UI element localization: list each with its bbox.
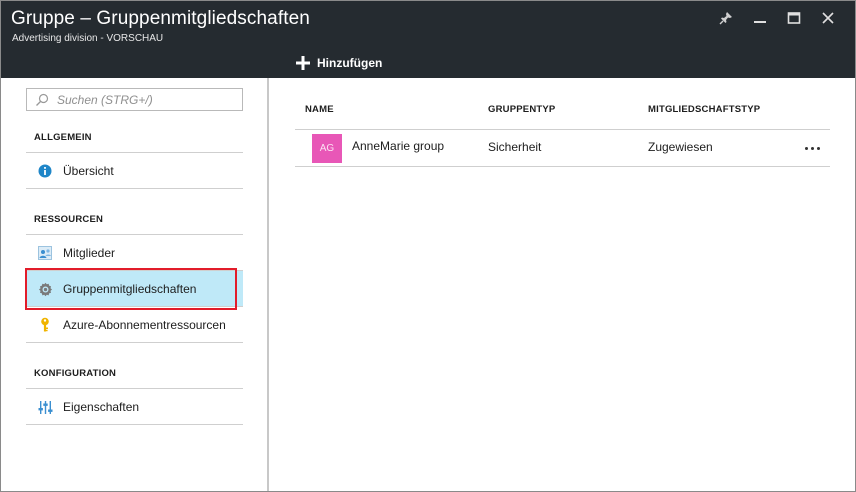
section-title-ressourcen: RESSOURCEN [34,214,104,225]
menu-item-eigenschaften[interactable]: Eigenschaften [26,389,243,425]
divider [26,188,243,189]
search-icon [36,93,49,106]
close-button[interactable] [811,7,845,29]
add-button[interactable]: Hinzufügen [295,55,382,71]
table-row[interactable]: AG AnneMarie group Sicherheit Zugewiesen [295,130,830,166]
divider [295,166,830,167]
content-pane: NAME GRUPPENTYP MITGLIEDSCHAFTSTYP AG An… [271,78,855,491]
cell-membership-type: Zugewiesen [648,140,713,154]
minimize-button[interactable] [743,7,777,29]
column-header-mitgliedschaftstyp[interactable]: MITGLIEDSCHAFTSTYP [648,104,760,115]
ellipsis-icon [804,146,808,150]
cell-group-type: Sicherheit [488,140,542,154]
window-controls [709,7,845,29]
page-title: Gruppe – Gruppenmitgliedschaften [11,8,310,29]
info-icon [37,163,53,179]
key-icon [37,317,53,333]
menu-item-uebersicht[interactable]: Übersicht [26,153,243,189]
menu-item-label: Übersicht [63,164,114,178]
maximize-button[interactable] [777,7,811,29]
menu-item-label: Mitglieder [63,246,116,260]
pin-button[interactable] [709,7,743,29]
section-title-konfiguration: KONFIGURATION [34,368,117,379]
divider [26,424,243,425]
blade-header: Gruppe – Gruppenmitgliedschaften Adverti… [1,1,855,78]
menu-item-gruppenmitgliedschaften[interactable]: Gruppenmitgliedschaften [26,271,243,307]
sliders-icon [37,399,53,415]
column-header-gruppentyp[interactable]: GRUPPENTYP [488,104,555,115]
menu-item-label: Gruppenmitgliedschaften [63,282,197,296]
close-icon [822,12,834,24]
members-icon [37,245,53,261]
cell-name: AnneMarie group [352,139,445,153]
divider [26,342,243,343]
pin-icon [719,12,732,25]
group-avatar: AG [312,134,342,163]
menu-item-azure-abonnementressourcen[interactable]: Azure-Abonnementressourcen [26,307,243,343]
menu-item-mitglieder[interactable]: Mitglieder [26,235,243,271]
page-subtitle: Advertising division - VORSCHAU [12,33,164,44]
section-title-allgemein: ALLGEMEIN [34,132,92,143]
column-header-name[interactable]: NAME [305,104,334,115]
menu-item-label: Eigenschaften [63,400,140,414]
search-input[interactable] [57,92,237,107]
maximize-icon [787,12,801,24]
blade-window: Gruppe – Gruppenmitgliedschaften Adverti… [0,0,856,492]
resource-menu: ALLGEMEIN Übersicht RESSOURCEN Mitgliede… [1,78,269,491]
add-button-label: Hinzufügen [317,56,383,70]
plus-icon [296,56,310,70]
more-options-button[interactable] [801,141,823,155]
minimize-icon [754,21,766,23]
menu-item-label: Azure-Abonnementressourcen [63,318,226,332]
menu-search [26,88,243,111]
gear-icon [37,281,53,297]
command-bar: Hinzufügen [295,52,382,74]
